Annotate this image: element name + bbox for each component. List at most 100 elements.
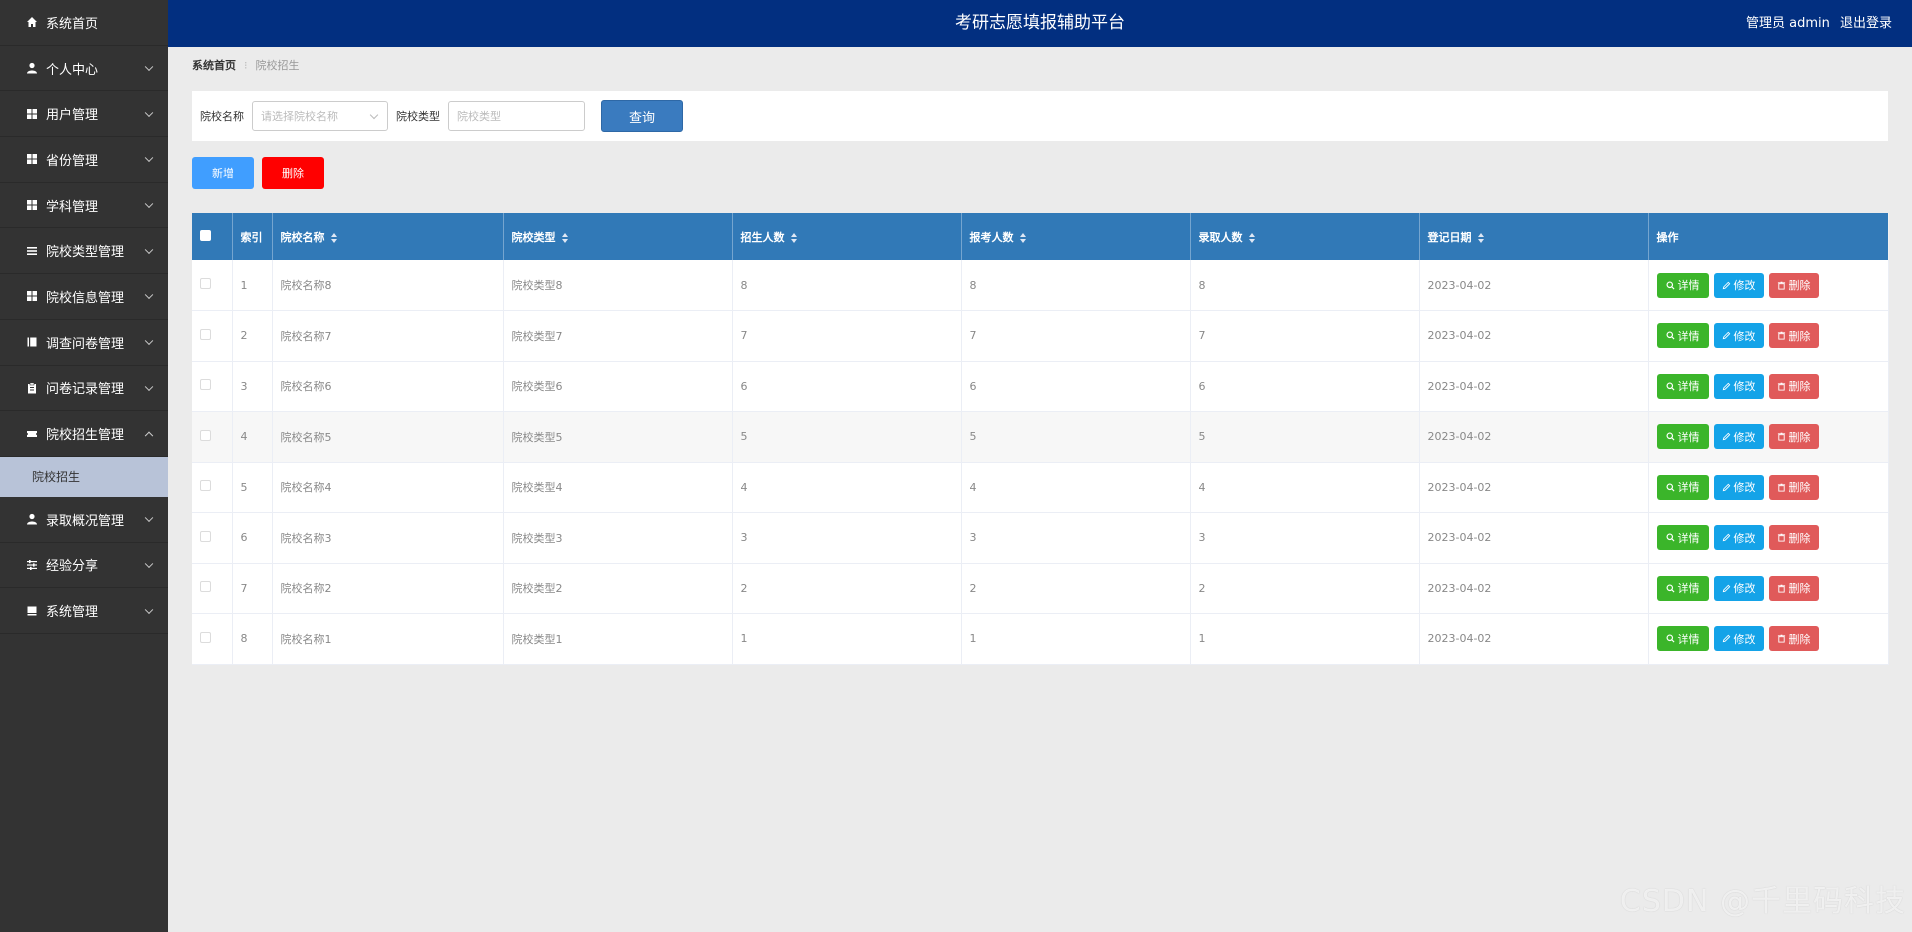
remove-button[interactable]: 删除: [1768, 525, 1819, 551]
cell-applicant-count: 1: [961, 613, 1191, 665]
col-header-school-type[interactable]: 院校类型: [503, 213, 733, 260]
chevron-down-icon: [144, 62, 154, 72]
sidebar-item-user-management[interactable]: 用户管理: [0, 91, 168, 138]
submenu-item-admission[interactable]: 院校招生: [0, 456, 168, 497]
sidebar-item-enrollment-overview-management[interactable]: 录取概况管理: [0, 497, 168, 543]
sidebar-item-school-info-management[interactable]: 院校信息管理: [0, 274, 168, 320]
edit-button[interactable]: 修改: [1713, 474, 1764, 500]
sidebar-item-province-management[interactable]: 省份管理: [0, 137, 168, 183]
edit-button[interactable]: 修改: [1713, 323, 1764, 349]
sidebar-item-system-management[interactable]: 系统管理: [0, 588, 168, 634]
row-checkbox[interactable]: [200, 631, 211, 643]
cell-school-type: 院校类型1: [503, 613, 733, 665]
sidebar-item-home[interactable]: 系统首页: [0, 0, 168, 46]
remove-button[interactable]: 删除: [1768, 323, 1819, 349]
action-bar: 新增 删除: [192, 157, 324, 189]
remove-button[interactable]: 删除: [1768, 474, 1819, 500]
pencil-icon: [1722, 432, 1730, 441]
row-select-cell: [192, 361, 233, 412]
row-checkbox[interactable]: [200, 530, 211, 542]
remove-button[interactable]: 删除: [1768, 575, 1819, 601]
detail-button[interactable]: 详情: [1656, 626, 1709, 652]
grid-icon: [26, 108, 38, 120]
sort-icon[interactable]: [1019, 232, 1027, 243]
chevron-up-icon: [144, 431, 154, 440]
school-name-select[interactable]: 请选择院校名称: [252, 101, 388, 131]
sort-icon[interactable]: [1477, 232, 1485, 243]
chevron-down-icon: [144, 245, 154, 254]
remove-button[interactable]: 删除: [1768, 626, 1819, 652]
edit-button[interactable]: 修改: [1713, 272, 1764, 298]
school-type-input[interactable]: [448, 101, 585, 131]
cell-school-name: 院校名称5: [272, 411, 504, 463]
table-row: 3 院校名称6 院校类型6 6 6 6 2023-04-02 详情 修改 删除: [192, 361, 1889, 412]
edit-button[interactable]: 修改: [1713, 424, 1764, 450]
col-header-register-date[interactable]: 登记日期: [1419, 213, 1649, 260]
sidebar-item-personal-center[interactable]: 个人中心: [0, 46, 168, 92]
logout-link[interactable]: 退出登录: [1840, 16, 1892, 31]
sidebar-item-survey-management[interactable]: 调查问卷管理: [0, 320, 168, 366]
sidebar-item-label: 院校招生管理: [46, 428, 125, 444]
sidebar: 系统首页 个人中心 用户管理 省份管理 学科管理 院校类型管理 院校信息管理 调…: [0, 0, 168, 932]
breadcrumb-current: 院校招生: [255, 59, 300, 72]
sort-icon[interactable]: [561, 232, 569, 243]
sidebar-item-label: 院校类型管理: [46, 245, 125, 261]
col-header-applicant-count[interactable]: 报考人数: [961, 213, 1191, 260]
query-button[interactable]: 查询: [601, 100, 683, 132]
sidebar-item-school-type-management[interactable]: 院校类型管理: [0, 228, 168, 275]
pencil-icon: [1722, 483, 1730, 492]
cell-register-date: 2023-04-02: [1419, 613, 1649, 665]
cell-school-name: 院校名称1: [272, 613, 504, 665]
sidebar-item-subject-management[interactable]: 学科管理: [0, 183, 168, 229]
row-checkbox[interactable]: [200, 278, 211, 289]
row-checkbox[interactable]: [200, 379, 211, 391]
cell-operations: 详情 修改 删除: [1648, 411, 1889, 463]
row-checkbox[interactable]: [200, 581, 211, 593]
sidebar-item-admission-management[interactable]: 院校招生管理: [0, 411, 168, 457]
sort-icon[interactable]: [1248, 232, 1256, 243]
add-button[interactable]: 新增: [192, 157, 254, 189]
sort-icon[interactable]: [790, 232, 798, 243]
breadcrumb-separator: ⁝: [244, 58, 248, 72]
sort-icon[interactable]: [330, 232, 338, 243]
remove-button[interactable]: 删除: [1768, 373, 1819, 399]
table-row: 8 院校名称1 院校类型1 1 1 1 2023-04-02 详情 修改 删除: [192, 613, 1889, 665]
col-header-admitted-count[interactable]: 录取人数: [1190, 213, 1420, 260]
detail-button[interactable]: 详情: [1656, 474, 1709, 500]
breadcrumb-home[interactable]: 系统首页: [192, 57, 236, 73]
detail-button[interactable]: 详情: [1656, 424, 1709, 450]
edit-button[interactable]: 修改: [1713, 525, 1764, 551]
pencil-icon: [1722, 331, 1730, 340]
detail-button[interactable]: 详情: [1656, 525, 1709, 551]
cell-enrollment-count: 7: [732, 310, 962, 362]
edit-button[interactable]: 修改: [1713, 373, 1764, 399]
row-checkbox[interactable]: [200, 480, 211, 492]
sidebar-item-experience-sharing[interactable]: 经验分享: [0, 543, 168, 589]
remove-button[interactable]: 删除: [1768, 424, 1819, 450]
detail-button[interactable]: 详情: [1656, 272, 1709, 298]
search-icon: [1665, 280, 1675, 290]
clipboard-icon: [26, 382, 38, 394]
col-header-school-name[interactable]: 院校名称: [272, 213, 504, 260]
edit-button[interactable]: 修改: [1713, 575, 1764, 601]
search-icon: [1665, 533, 1675, 542]
detail-button[interactable]: 详情: [1656, 575, 1709, 601]
top-header: 考研志愿填报辅助平台 管理员 admin 退出登录: [168, 0, 1912, 47]
row-checkbox[interactable]: [200, 429, 211, 441]
admission-table: 索引 院校名称 院校类型 招生人数 报考人数 录取人数 登记日期 操作 1 院校…: [192, 213, 1889, 665]
batch-delete-button[interactable]: 删除: [262, 157, 324, 189]
sidebar-item-survey-record-management[interactable]: 问卷记录管理: [0, 366, 168, 412]
row-checkbox[interactable]: [200, 328, 211, 340]
select-all-checkbox[interactable]: [200, 229, 211, 241]
row-actions: 详情 修改 删除: [1656, 474, 1887, 500]
chevron-down-icon: [144, 291, 154, 300]
remove-button[interactable]: 删除: [1768, 272, 1819, 298]
detail-button[interactable]: 详情: [1656, 323, 1709, 349]
edit-button[interactable]: 修改: [1713, 626, 1764, 652]
sidebar-item-label: 录取概况管理: [46, 513, 125, 529]
col-header-enrollment-count[interactable]: 招生人数: [732, 213, 962, 260]
table-row: 5 院校名称4 院校类型4 4 4 4 2023-04-02 详情 修改 删除: [192, 462, 1889, 513]
cell-admitted-count: 2: [1190, 563, 1420, 614]
submenu-item-label: 院校招生: [32, 470, 81, 485]
detail-button[interactable]: 详情: [1656, 373, 1709, 399]
